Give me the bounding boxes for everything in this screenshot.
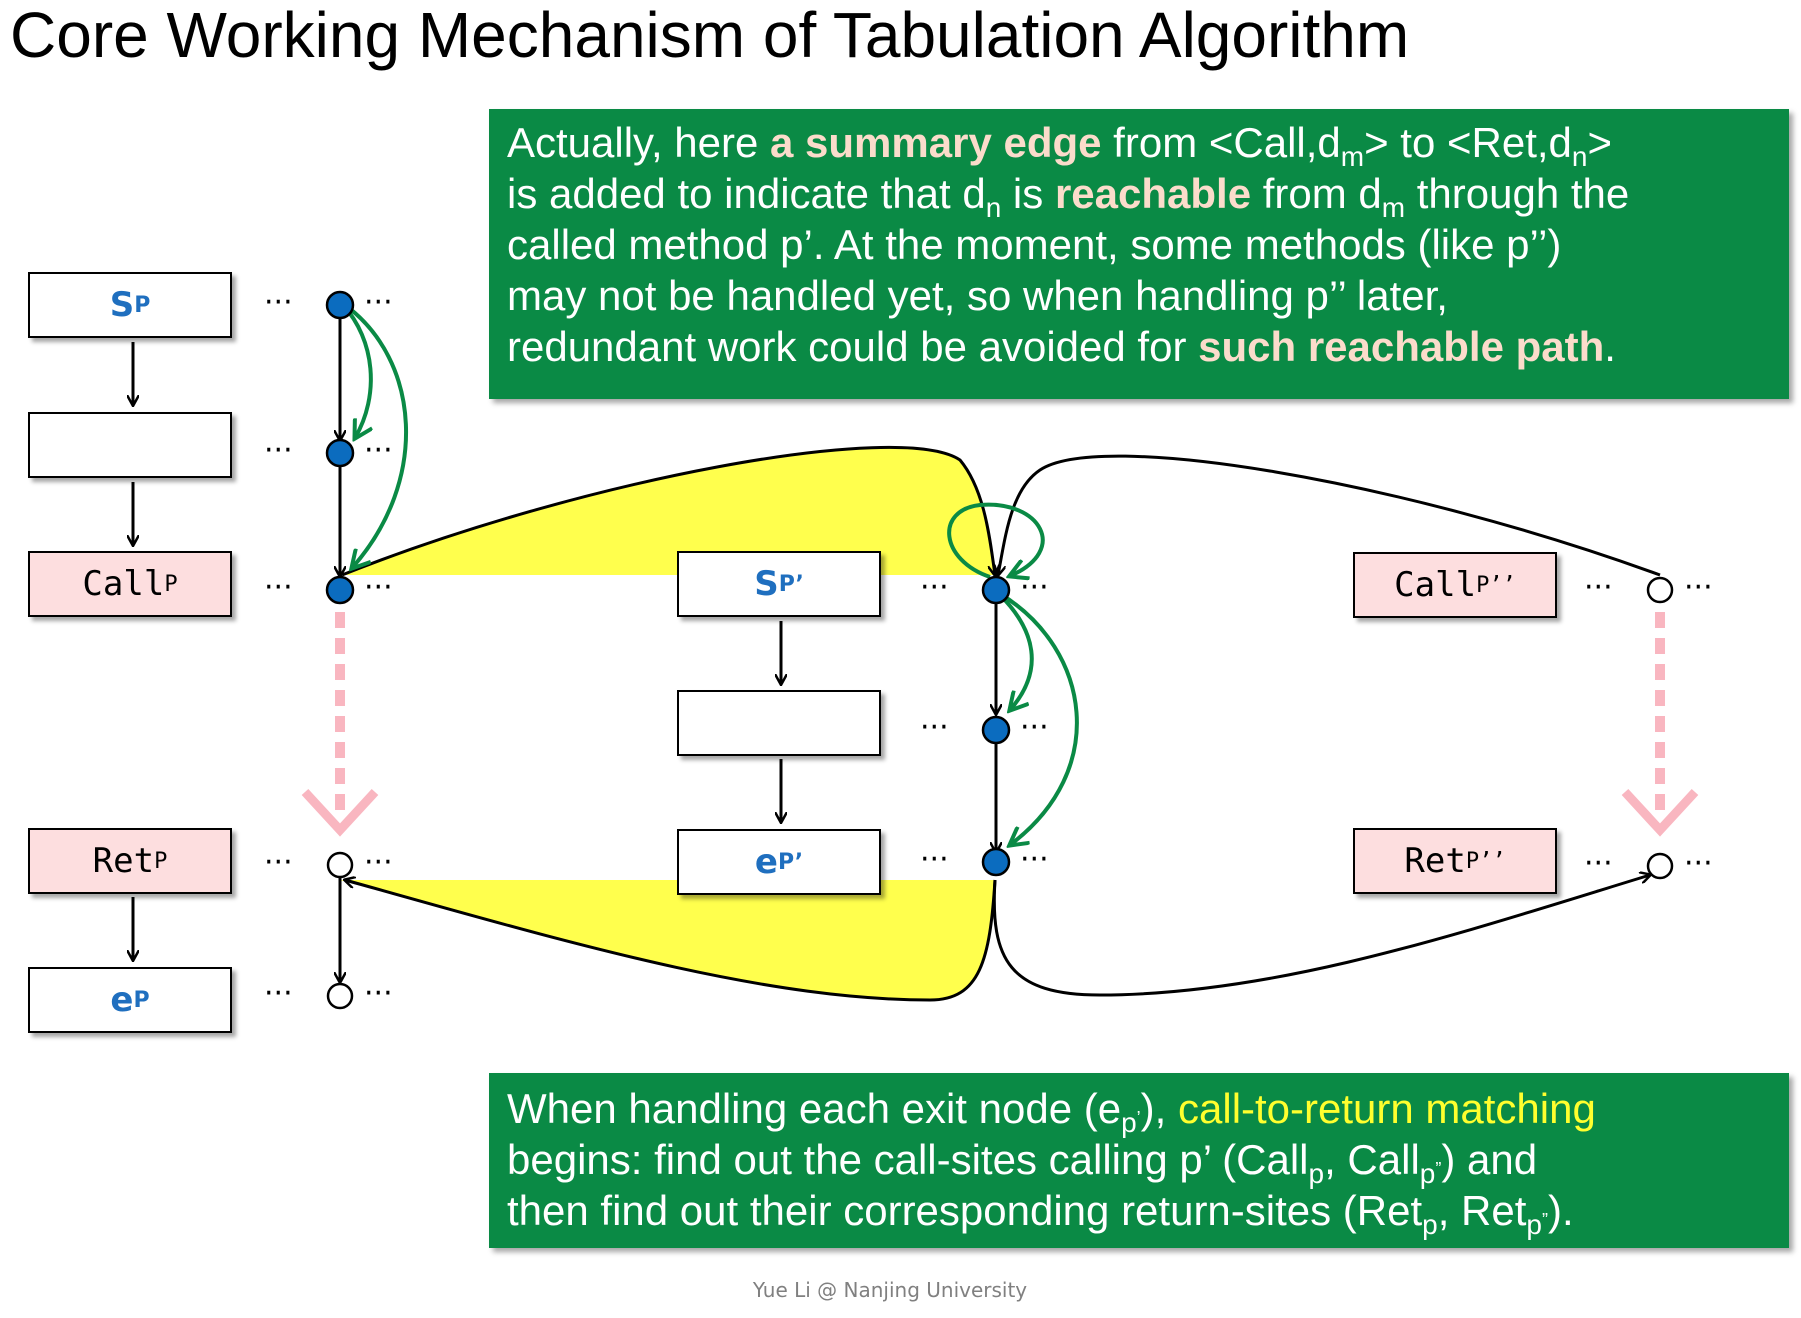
note-line: redundant work could be avoided for such… [507, 323, 1616, 370]
exploded-node-ep [326, 982, 354, 1010]
ellipsis: ··· [264, 845, 293, 880]
node-label: S [754, 564, 779, 604]
node-ep: eP [28, 967, 232, 1033]
call-to-return-note: When handling each exit node (ep’), call… [489, 1073, 1789, 1248]
node-subscript: P [164, 571, 178, 597]
node-subscript: P’ [778, 571, 804, 597]
ellipsis: ··· [264, 976, 293, 1011]
note-line: called method p’. At the moment, some me… [507, 221, 1562, 268]
summary-edge-note: Actually, here a summary edge from <Call… [489, 109, 1789, 399]
exploded-node-ret-p2 [1646, 852, 1674, 880]
node-subscript: P’’ [1465, 848, 1506, 874]
node-subscript: P [154, 848, 168, 874]
exploded-node-ret-p [326, 851, 354, 879]
node-call-p: Call P [28, 551, 232, 617]
node-ret-p2: Ret P’’ [1353, 828, 1557, 894]
node-sp2: S P’ [677, 551, 881, 617]
node-label: S [109, 285, 135, 325]
exploded-node-ep2 [981, 847, 1011, 877]
exploded-node-mid [325, 438, 355, 468]
node-sp: SP [28, 272, 232, 338]
node-label: Call [1394, 565, 1477, 605]
note-line: Actually, here a summary edge from <Call… [507, 119, 1613, 172]
ellipsis: ··· [1584, 570, 1613, 605]
call-edge-p2 [998, 454, 1661, 575]
node-label: Ret [1404, 841, 1466, 881]
node-empty2 [677, 690, 881, 756]
node-subscript: P [134, 292, 151, 318]
note-line: begins: find out the call-sites calling … [507, 1136, 1538, 1189]
ellipsis: ··· [364, 570, 393, 605]
ellipsis: ··· [1020, 710, 1049, 745]
exploded-node-mid2 [981, 715, 1011, 745]
summary-region-call [340, 447, 995, 575]
ellipsis: ··· [1584, 846, 1613, 881]
summary-region-return [340, 880, 995, 1000]
ellipsis: ··· [264, 433, 293, 468]
node-label: e [754, 842, 778, 882]
node-label: Ret [92, 841, 155, 881]
ellipsis: ··· [1020, 842, 1049, 877]
node-empty [28, 412, 232, 478]
ellipsis: ··· [1684, 846, 1713, 881]
exploded-node-sp [325, 290, 355, 320]
ellipsis: ··· [1684, 570, 1713, 605]
footer-credit: Yue Li @ Nanjing University [752, 1278, 1028, 1302]
ellipsis: ··· [364, 433, 393, 468]
exploded-node-call-p [325, 575, 355, 605]
node-subscript: P’ [777, 849, 804, 875]
ellipsis: ··· [920, 570, 949, 605]
note-line: then find out their corresponding return… [507, 1187, 1574, 1240]
node-label: Call [82, 564, 165, 604]
note-line: may not be handled yet, so when handling… [507, 272, 1448, 319]
exploded-node-call-p2 [1646, 576, 1674, 604]
node-label: e [110, 980, 134, 1020]
ellipsis: ··· [264, 285, 293, 320]
ellipsis: ··· [920, 842, 949, 877]
note-line: is added to indicate that dn is reachabl… [507, 170, 1630, 223]
ellipsis: ··· [364, 845, 393, 880]
node-subscript: P’’ [1476, 572, 1516, 598]
ellipsis: ··· [920, 710, 949, 745]
node-subscript: P [133, 987, 150, 1013]
exploded-node-sp2 [981, 575, 1011, 605]
note-line: When handling each exit node (ep’), call… [507, 1085, 1596, 1138]
node-call-p2: Call P’’ [1353, 552, 1557, 618]
node-ep2: e P’ [677, 829, 881, 895]
ellipsis: ··· [264, 570, 293, 605]
ellipsis: ··· [364, 285, 393, 320]
ellipsis: ··· [1020, 570, 1049, 605]
ellipsis: ··· [364, 976, 393, 1011]
node-ret-p: Ret P [28, 828, 232, 894]
